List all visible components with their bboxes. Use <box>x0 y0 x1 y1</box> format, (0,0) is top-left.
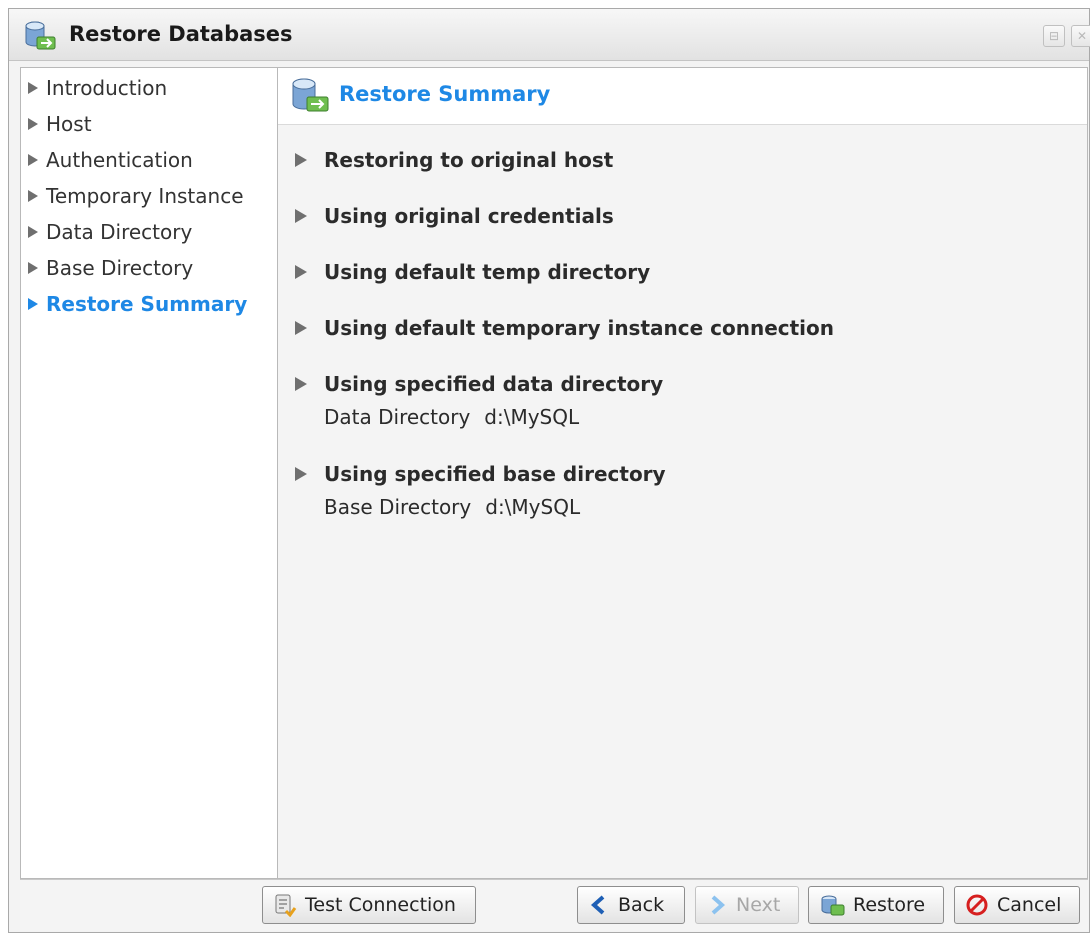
triangle-right-icon <box>28 262 38 274</box>
triangle-right-icon <box>28 190 38 202</box>
triangle-right-icon <box>28 298 38 310</box>
summary-section: Using default temp directory <box>292 257 650 287</box>
data-directory-detail: Data Directory d:\MySQL <box>324 405 663 429</box>
restore-icon <box>821 895 845 916</box>
wizard-steps-sidebar: Introduction Host Authentication Tempora… <box>20 67 278 879</box>
restore-databases-window: Restore Databases ⊟ ✕ Introduction Host … <box>8 8 1090 933</box>
section-title: Restoring to original host <box>324 148 614 172</box>
detail-value: d:\MySQL <box>484 405 580 429</box>
back-label: Back <box>618 894 665 916</box>
chevron-left-icon <box>590 895 605 915</box>
sidebar-item-base-directory[interactable]: Base Directory <box>25 253 193 283</box>
title-bar: Restore Databases ⊟ ✕ <box>9 9 1090 61</box>
section-title: Using specified data directory <box>324 372 664 396</box>
sidebar-item-temporary-instance[interactable]: Temporary Instance <box>25 181 244 211</box>
restore-window-button[interactable]: ⊟ <box>1043 25 1065 47</box>
triangle-right-icon <box>295 153 307 167</box>
chevron-right-icon <box>711 895 726 915</box>
summary-panel: Restore Summary Restoring to original ho… <box>278 67 1088 879</box>
sidebar-item-host[interactable]: Host <box>25 109 92 139</box>
sidebar-item-label: Introduction <box>46 76 168 100</box>
cancel-icon <box>966 894 988 916</box>
window-title: Restore Databases <box>69 22 293 46</box>
summary-section: Using specified base directory Base Dire… <box>292 459 666 519</box>
triangle-right-icon <box>28 226 38 238</box>
sidebar-item-label: Authentication <box>46 148 193 172</box>
restore-button[interactable]: Restore <box>808 886 944 924</box>
summary-section: Using specified data directory Data Dire… <box>292 369 663 429</box>
triangle-right-icon <box>295 321 307 335</box>
sidebar-item-label: Base Directory <box>46 256 194 280</box>
section-title: Using default temporary instance connect… <box>324 316 835 340</box>
test-connection-label: Test Connection <box>305 894 456 916</box>
sidebar-item-data-directory[interactable]: Data Directory <box>25 217 192 247</box>
summary-section: Using original credentials <box>292 201 614 231</box>
summary-section: Using default temporary instance connect… <box>292 313 834 343</box>
detail-label: Data Directory <box>324 405 471 429</box>
next-label: Next <box>736 894 781 916</box>
triangle-right-icon <box>295 377 307 391</box>
triangle-right-icon <box>295 209 307 223</box>
database-restore-icon <box>25 21 56 50</box>
section-title: Using original credentials <box>324 204 614 228</box>
sidebar-item-restore-summary[interactable]: Restore Summary <box>25 289 247 319</box>
section-title: Using default temp directory <box>324 260 651 284</box>
sidebar-item-introduction[interactable]: Introduction <box>25 73 167 103</box>
sidebar-item-label: Temporary Instance <box>46 184 244 208</box>
sidebar-item-label: Data Directory <box>46 220 193 244</box>
cancel-button[interactable]: Cancel <box>954 886 1080 924</box>
triangle-right-icon <box>28 118 38 130</box>
detail-value: d:\MySQL <box>485 495 581 519</box>
sidebar-item-label: Host <box>46 112 92 136</box>
page-title: Restore Summary <box>339 82 551 106</box>
section-title: Using specified base directory <box>324 462 666 486</box>
back-button[interactable]: Back <box>577 886 685 924</box>
triangle-right-icon <box>28 82 38 94</box>
button-bar: Test Connection Back Next Restore Cancel <box>20 879 1088 931</box>
test-connection-icon <box>275 894 297 917</box>
sidebar-item-authentication[interactable]: Authentication <box>25 145 193 175</box>
close-window-button[interactable]: ✕ <box>1071 25 1090 47</box>
summary-section: Restoring to original host <box>292 145 613 175</box>
base-directory-detail: Base Directory d:\MySQL <box>324 495 666 519</box>
sidebar-item-label: Restore Summary <box>46 292 248 316</box>
triangle-right-icon <box>295 467 307 481</box>
triangle-right-icon <box>28 154 38 166</box>
restore-label: Restore <box>853 894 926 916</box>
next-button[interactable]: Next <box>695 886 799 924</box>
summary-header: Restore Summary <box>278 68 1087 125</box>
cancel-label: Cancel <box>997 894 1062 916</box>
database-restore-icon <box>292 78 329 112</box>
triangle-right-icon <box>295 265 307 279</box>
test-connection-button[interactable]: Test Connection <box>262 886 476 924</box>
detail-label: Base Directory <box>324 495 472 519</box>
